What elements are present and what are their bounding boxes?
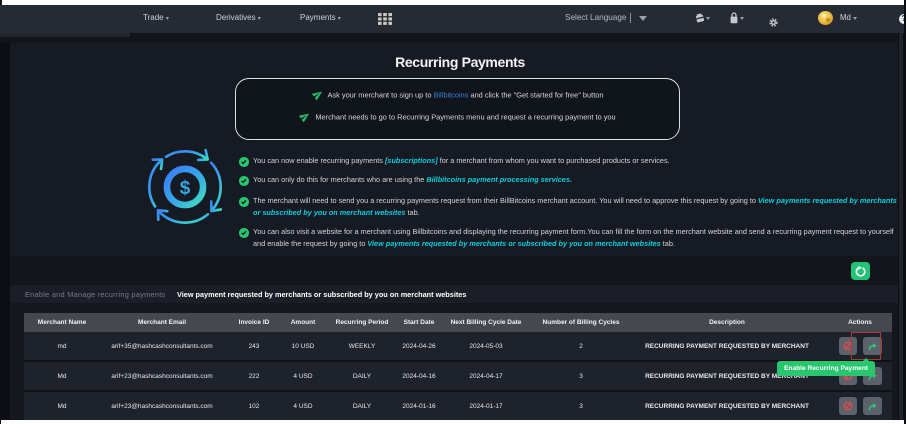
svg-text:$: $ xyxy=(180,178,191,199)
